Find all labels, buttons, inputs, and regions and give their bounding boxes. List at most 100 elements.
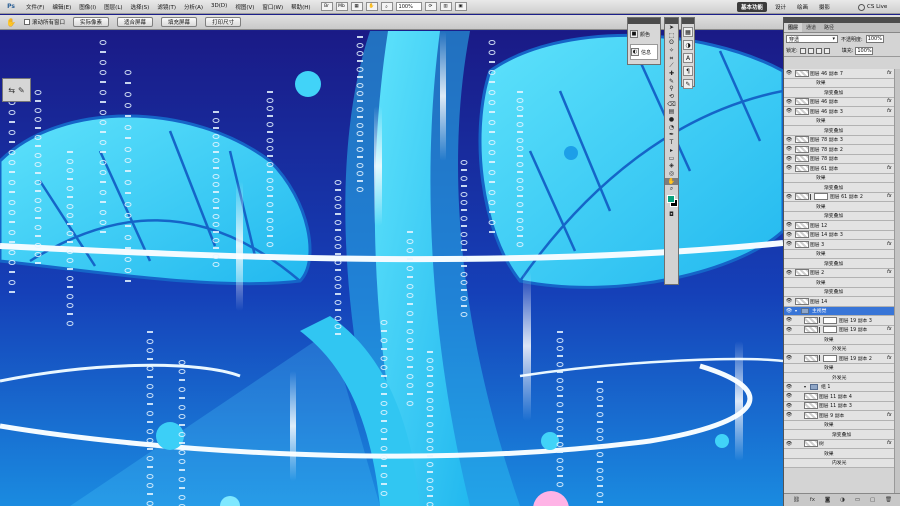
visibility-eye-icon[interactable]: 👁 (784, 308, 794, 314)
fill-screen-button[interactable]: 填充屏幕 (161, 17, 198, 27)
menu-item[interactable]: 滤镜(T) (153, 3, 180, 11)
new-group-icon[interactable]: ▭ (855, 497, 860, 503)
layer-mask-thumbnail[interactable] (823, 326, 837, 334)
hand-tool-preset-icon[interactable]: ✋ (4, 17, 18, 28)
rotate-view-icon[interactable]: ⟳ (424, 2, 437, 11)
add-mask-icon[interactable]: ◙ (825, 497, 830, 503)
layer-row[interactable]: 👁图层 61 副本fx▴ (784, 164, 900, 174)
lasso-tool-icon[interactable]: ʘ (665, 39, 678, 47)
color-swatches[interactable] (665, 193, 678, 211)
layer-row[interactable]: 👁 图层 19 副本 3 (784, 316, 900, 326)
layer-row[interactable]: 👁树fx▴ (784, 439, 900, 449)
path-select-tool-icon[interactable]: ▸ (665, 147, 678, 155)
layer-group-row[interactable]: 👁 ▾ 组 1 (784, 382, 900, 392)
workspace-photography-button[interactable]: 摄影 (819, 2, 830, 12)
effect-row[interactable]: 外发光 (784, 344, 900, 354)
layer-row[interactable]: 👁图层 46 副本fx▴ (784, 97, 900, 107)
visibility-eye-icon[interactable]: 👁 (784, 241, 794, 247)
effect-row[interactable]: 渐变叠加 (784, 287, 900, 297)
menu-item[interactable]: 图层(L) (100, 3, 126, 11)
effect-row[interactable]: 外发光 (784, 373, 900, 383)
brush-icon[interactable]: ✎ (18, 86, 25, 95)
mask-link-icon[interactable] (819, 317, 822, 324)
scroll-all-windows-checkbox[interactable] (24, 19, 30, 25)
screen-mode-icon[interactable]: ▣ (454, 2, 467, 11)
visibility-eye-icon[interactable]: 👁 (784, 156, 794, 162)
effects-row[interactable]: 效果 (784, 173, 900, 183)
menu-item[interactable]: 编辑(E) (48, 3, 75, 11)
3d-rotate-tool-icon[interactable]: ◈ (665, 162, 678, 170)
adjustment-layer-icon[interactable]: ◑ (840, 497, 845, 503)
effects-row[interactable]: 效果 (784, 202, 900, 212)
visibility-eye-icon[interactable]: 👁 (784, 298, 794, 304)
effect-row[interactable]: 渐变叠加 (784, 88, 900, 98)
swatches-panel-icon[interactable]: ▦ (683, 27, 693, 37)
visibility-eye-icon[interactable]: 👁 (784, 393, 794, 399)
menu-item[interactable]: 图像(I) (75, 3, 100, 11)
layer-row[interactable]: 👁 图层 78 副本 2 (784, 145, 900, 155)
visibility-eye-icon[interactable]: 👁 (784, 412, 794, 418)
layer-row[interactable]: 👁 图层 14 (784, 297, 900, 307)
hand-tool-icon[interactable]: ✋ (665, 177, 678, 186)
layer-row[interactable]: 👁图层 2fx▴ (784, 268, 900, 278)
tab-layers[interactable]: 图层 (784, 23, 803, 32)
add-style-icon[interactable]: fx (810, 497, 815, 503)
layer-row[interactable]: 👁 图层 12 (784, 221, 900, 231)
workspace-design-button[interactable]: 设计 (775, 2, 786, 12)
clone-stamp-tool-icon[interactable]: ⚲ (665, 86, 678, 94)
menu-item[interactable]: 窗口(W) (258, 3, 287, 11)
layer-row[interactable]: 👁图层 61 副本 2fx▴ (784, 192, 900, 202)
layer-row[interactable]: 👁 图层 14 副本 3 (784, 230, 900, 240)
character-panel-icon[interactable]: A (683, 53, 693, 63)
info-panel-tab[interactable]: ◐ 信息 (630, 44, 658, 60)
paragraph-panel-icon[interactable]: ¶ (683, 66, 693, 76)
effects-row[interactable]: 效果 (784, 78, 900, 88)
lock-transparency-icon[interactable] (799, 47, 806, 54)
healing-brush-tool-icon[interactable]: ✚ (665, 70, 678, 78)
menu-item[interactable]: 视图(V) (231, 3, 258, 11)
layer-row[interactable]: 👁 图层 78 副本 (784, 154, 900, 164)
effects-row[interactable]: 效果 (784, 449, 900, 459)
visibility-eye-icon[interactable]: 👁 (784, 384, 794, 390)
actual-pixels-button[interactable]: 实际像素 (73, 17, 110, 27)
color-panel-tab[interactable]: ■ 颜色 (630, 26, 658, 42)
layer-row[interactable]: 👁图层 3fx▴ (784, 240, 900, 250)
visibility-eye-icon[interactable]: 👁 (784, 137, 794, 143)
eraser-tool-icon[interactable]: ⌫ (665, 101, 678, 109)
gradient-tool-icon[interactable]: ▤ (665, 109, 678, 117)
effects-row[interactable]: 效果 (784, 363, 900, 373)
layer-row[interactable]: 👁图层 46 副本 3fx▴ (784, 107, 900, 117)
layer-group-row[interactable]: 👁 ▾ 主视觉 (784, 306, 900, 316)
crop-tool-icon[interactable]: ⌗ (665, 55, 678, 63)
effect-row[interactable]: 渐变叠加 (784, 183, 900, 193)
zoom-level[interactable]: 100% (395, 2, 422, 11)
lock-pixels-icon[interactable] (807, 47, 814, 54)
visibility-eye-icon[interactable]: 👁 (784, 108, 794, 114)
quick-select-tool-icon[interactable]: ✧ (665, 47, 678, 55)
dodge-tool-icon[interactable]: ◔ (665, 124, 678, 132)
cs-live-button[interactable]: CS Live (858, 2, 887, 12)
zoom-tool-icon[interactable]: ⌕ (380, 2, 393, 11)
visibility-eye-icon[interactable]: 👁 (784, 270, 794, 276)
menu-item[interactable]: 3D(D) (207, 3, 231, 11)
visibility-eye-icon[interactable]: 👁 (784, 232, 794, 238)
opacity-input[interactable]: 100% (865, 35, 884, 43)
visibility-eye-icon[interactable]: 👁 (784, 165, 794, 171)
move-tool-icon[interactable]: ➤ (665, 24, 678, 32)
effect-row[interactable]: 渐变叠加 (784, 211, 900, 221)
mask-link-icon[interactable] (819, 326, 822, 333)
blend-mode-select[interactable]: 穿透 ▾ (786, 35, 838, 43)
fit-screen-button[interactable]: 适合屏幕 (117, 17, 154, 27)
layer-row[interactable]: 👁 图层 11 副本 4 (784, 392, 900, 402)
layer-row[interactable]: 👁 图层 78 副本 3 (784, 135, 900, 145)
minibridge-icon[interactable]: Mb (335, 2, 348, 11)
mask-link-icon[interactable] (819, 355, 822, 362)
effect-row[interactable]: 渐变叠加 (784, 259, 900, 269)
lock-all-icon[interactable] (823, 47, 830, 54)
pen-tool-icon[interactable]: ✒ (665, 132, 678, 140)
quick-mask-icon[interactable]: ◘ (665, 211, 678, 219)
tool-presets-icon[interactable]: ⇆ (8, 86, 15, 95)
type-tool-icon[interactable]: T (665, 139, 678, 147)
effects-row[interactable]: 效果 (784, 249, 900, 259)
tab-paths[interactable]: 路径 (820, 23, 838, 32)
